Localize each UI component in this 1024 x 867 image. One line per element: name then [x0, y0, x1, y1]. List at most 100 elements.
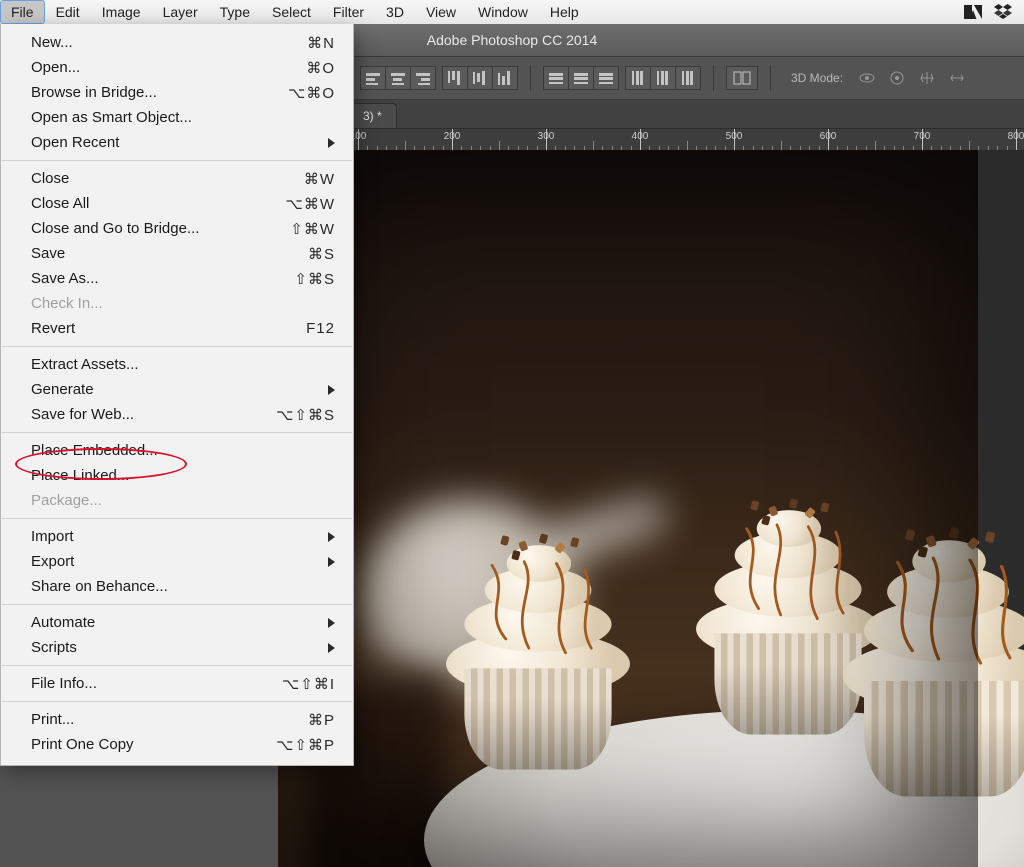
- menu-separator: [2, 701, 352, 702]
- file-menu-open-as-smart-object[interactable]: Open as Smart Object...: [1, 105, 353, 130]
- align-bottom-button[interactable]: [493, 66, 518, 90]
- menu-item-label: Place Embedded...: [31, 442, 335, 459]
- ruler-mark: 400: [632, 131, 649, 142]
- file-menu-open-recent[interactable]: Open Recent: [1, 130, 353, 155]
- menu-select[interactable]: Select: [261, 0, 322, 24]
- auto-align-button[interactable]: [726, 66, 758, 90]
- menu-item-label: Extract Assets...: [31, 356, 335, 373]
- file-menu-dropdown: New...⌘NOpen...⌘OBrowse in Bridge...⌥⌘O O…: [0, 24, 354, 766]
- menu-help[interactable]: Help: [539, 0, 590, 24]
- mode-slide-button[interactable]: [945, 68, 969, 88]
- submenu-arrow-icon: [328, 557, 335, 567]
- menu-file[interactable]: File: [0, 0, 45, 24]
- file-menu-print-one-copy[interactable]: Print One Copy⌥⇧⌘P: [1, 732, 353, 757]
- file-menu-file-info[interactable]: File Info...⌥⇧⌘I: [1, 671, 353, 696]
- menu-separator: [2, 160, 352, 161]
- options-separator-3: [770, 65, 771, 91]
- align-center-v-button[interactable]: [468, 66, 493, 90]
- horizontal-ruler[interactable]: 100200300400500600700800: [278, 129, 1024, 152]
- submenu-arrow-icon: [328, 618, 335, 628]
- document-tab[interactable]: 3) *: [352, 103, 397, 128]
- menu-item-label: Automate: [31, 614, 320, 631]
- file-menu-print[interactable]: Print...⌘P: [1, 707, 353, 732]
- file-menu-close-and-go-to-bridge[interactable]: Close and Go to Bridge...⇧⌘W: [1, 216, 353, 241]
- menu-item-label: Place Linked...: [31, 467, 335, 484]
- options-separator-2: [713, 65, 714, 91]
- menu-separator: [2, 432, 352, 433]
- menu-filter[interactable]: Filter: [322, 0, 375, 24]
- ruler-mark: 700: [914, 131, 931, 142]
- file-menu-extract-assets[interactable]: Extract Assets...: [1, 352, 353, 377]
- options-separator: [530, 65, 531, 91]
- mode-pan-button[interactable]: [915, 68, 939, 88]
- ruler-mark: 200: [444, 131, 461, 142]
- file-menu-close[interactable]: Close⌘W: [1, 166, 353, 191]
- file-menu-automate[interactable]: Automate: [1, 610, 353, 635]
- file-menu-save-as[interactable]: Save As...⇧⌘S: [1, 266, 353, 291]
- menu-item-label: Print...: [31, 711, 308, 728]
- menu-item-label: Close and Go to Bridge...: [31, 220, 290, 237]
- menu-window[interactable]: Window: [467, 0, 539, 24]
- menu-separator: [2, 665, 352, 666]
- ruler-mark: 500: [726, 131, 743, 142]
- file-menu-import[interactable]: Import: [1, 524, 353, 549]
- distribute-top-button[interactable]: [543, 66, 569, 90]
- file-menu-save-for-web[interactable]: Save for Web...⌥⇧⌘S: [1, 402, 353, 427]
- menu-image[interactable]: Image: [91, 0, 152, 24]
- adobe-icon[interactable]: [964, 3, 982, 21]
- file-menu-save[interactable]: Save⌘S: [1, 241, 353, 266]
- submenu-arrow-icon: [328, 532, 335, 542]
- file-menu-share-on-behance[interactable]: Share on Behance...: [1, 574, 353, 599]
- file-menu-revert[interactable]: RevertF12: [1, 316, 353, 341]
- file-menu-browse-in-bridge[interactable]: Browse in Bridge...⌥⌘O: [1, 80, 353, 105]
- distribute-group-2: [625, 66, 701, 90]
- distribute-left-button[interactable]: [625, 66, 651, 90]
- file-menu-place-embedded[interactable]: Place Embedded...: [1, 438, 353, 463]
- menu-view[interactable]: View: [415, 0, 467, 24]
- menu-item-shortcut: ⌘N: [307, 34, 335, 52]
- distribute-group-1: [543, 66, 619, 90]
- file-menu-open[interactable]: Open...⌘O: [1, 55, 353, 80]
- menu-item-label: Save for Web...: [31, 406, 276, 423]
- distribute-vcenter-button[interactable]: [569, 66, 594, 90]
- menu-3d[interactable]: 3D: [375, 0, 415, 24]
- distribute-bottom-button[interactable]: [594, 66, 619, 90]
- canvas-area[interactable]: [278, 150, 1024, 867]
- menu-item-label: Open as Smart Object...: [31, 109, 335, 126]
- file-menu-scripts[interactable]: Scripts: [1, 635, 353, 660]
- auto-align-group: [726, 66, 758, 90]
- dropbox-icon[interactable]: [994, 3, 1012, 21]
- align-left-button[interactable]: [360, 66, 386, 90]
- distribute-hcenter-button[interactable]: [651, 66, 676, 90]
- menu-item-shortcut: F12: [306, 320, 335, 337]
- file-menu-close-all[interactable]: Close All⌥⌘W: [1, 191, 353, 216]
- menu-item-shortcut: ⌥⌘W: [286, 195, 335, 213]
- menu-edit[interactable]: Edit: [45, 0, 91, 24]
- menu-item-label: Revert: [31, 320, 306, 337]
- menu-item-label: Open Recent: [31, 134, 320, 151]
- menu-type[interactable]: Type: [209, 0, 261, 24]
- menu-separator: [2, 346, 352, 347]
- file-menu-export[interactable]: Export: [1, 549, 353, 574]
- menu-item-shortcut: ⌥⇧⌘S: [276, 406, 335, 424]
- mode-roll-button[interactable]: [885, 68, 909, 88]
- menu-item-shortcut: ⌘W: [304, 170, 335, 188]
- app-title: Adobe Photoshop CC 2014: [427, 32, 597, 48]
- file-menu-place-linked[interactable]: Place Linked...: [1, 463, 353, 488]
- mode-orbit-button[interactable]: [855, 68, 879, 88]
- menu-item-label: Check In...: [31, 295, 335, 312]
- file-menu-new[interactable]: New...⌘N: [1, 30, 353, 55]
- distribute-right-button[interactable]: [676, 66, 701, 90]
- align-center-h-button[interactable]: [386, 66, 411, 90]
- menu-layer[interactable]: Layer: [152, 0, 209, 24]
- align-right-button[interactable]: [411, 66, 436, 90]
- menu-item-shortcut: ⇧⌘W: [290, 220, 335, 238]
- menu-item-label: Save: [31, 245, 308, 262]
- align-top-button[interactable]: [442, 66, 468, 90]
- menu-item-label: Save As...: [31, 270, 294, 287]
- align-group-1: [360, 66, 436, 90]
- menu-item-label: Close: [31, 170, 304, 187]
- menu-item-label: Share on Behance...: [31, 578, 335, 595]
- menu-item-label: Close All: [31, 195, 286, 212]
- file-menu-generate[interactable]: Generate: [1, 377, 353, 402]
